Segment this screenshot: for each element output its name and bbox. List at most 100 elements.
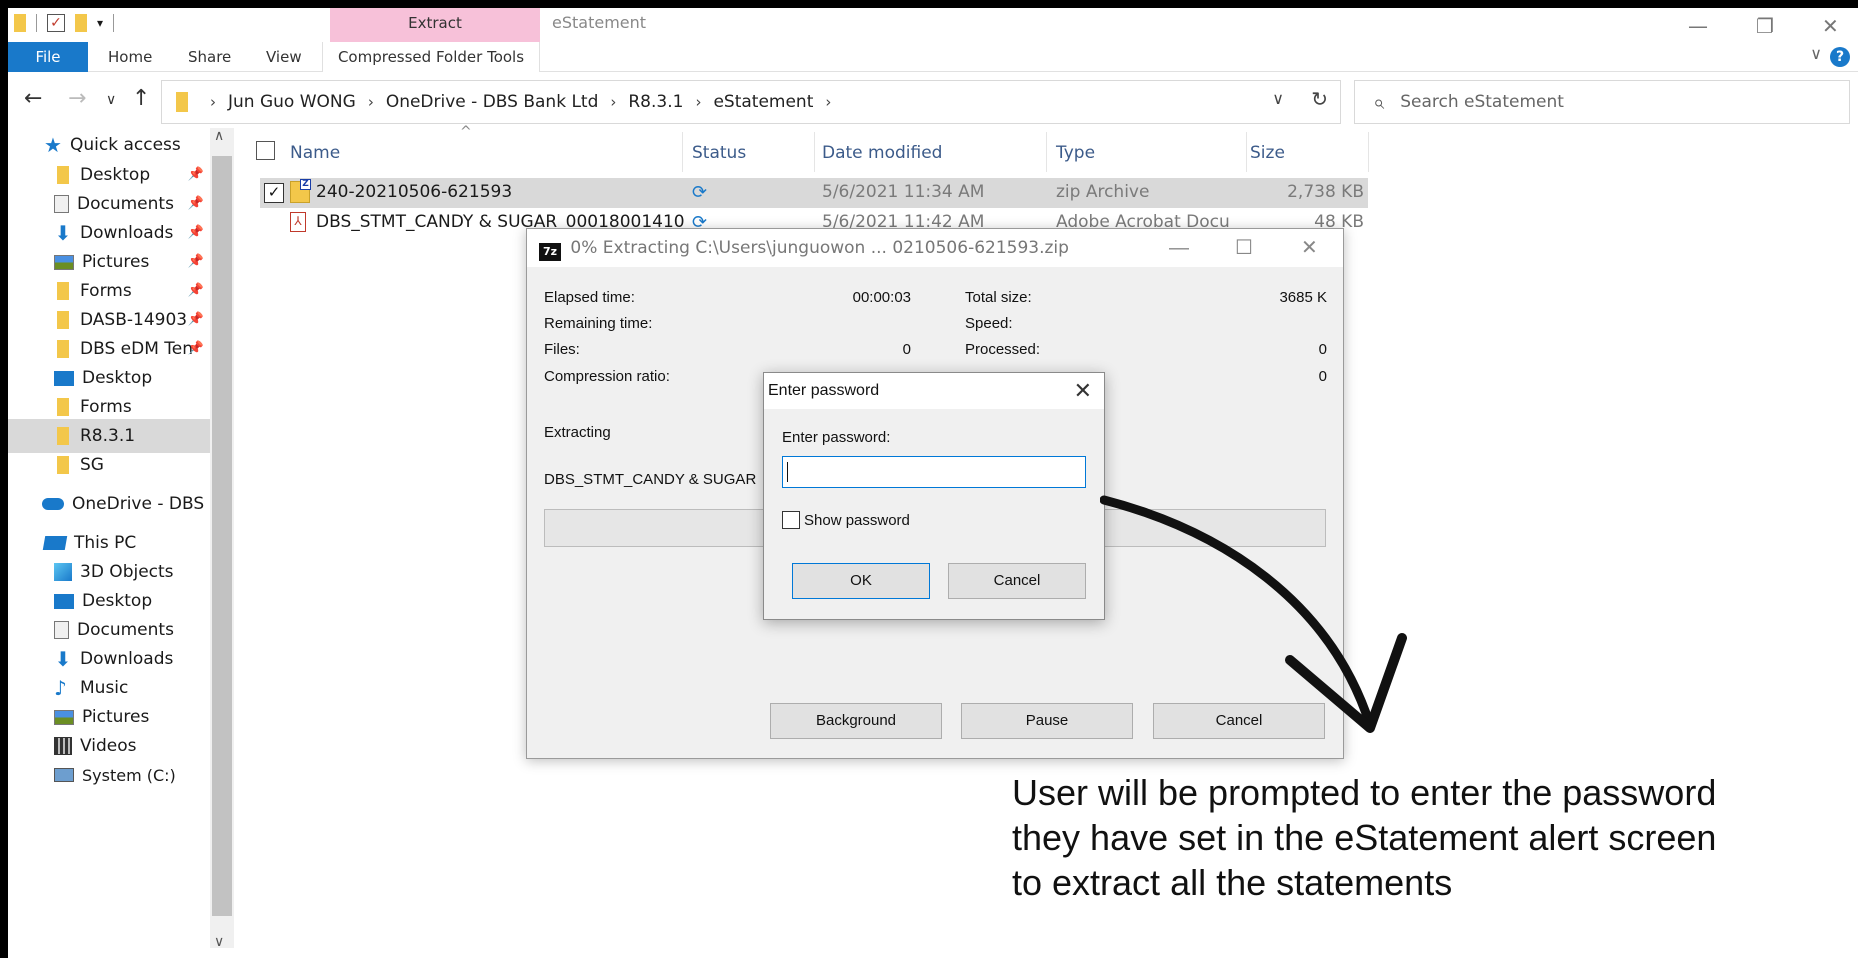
folder-icon: [57, 427, 69, 445]
tab-compressed-folder-tools[interactable]: Compressed Folder Tools: [322, 42, 540, 72]
extract-dialog-title: 0% Extracting C:\Users\junguowon ... 021…: [570, 238, 1069, 258]
show-password-toggle[interactable]: Show password: [782, 511, 910, 529]
videos-icon: [54, 737, 72, 755]
scroll-down-icon[interactable]: ∨: [214, 934, 224, 950]
nav-scrollbar[interactable]: ∧ ∨: [210, 128, 234, 950]
breadcrumb-estatement[interactable]: eStatement: [713, 92, 813, 112]
address-bar[interactable]: › Jun Guo WONG › OneDrive - DBS Bank Ltd…: [161, 80, 1341, 124]
music-icon: ♪: [54, 676, 67, 700]
close-icon[interactable]: ✕: [1822, 14, 1839, 38]
nav-label: Documents: [77, 620, 174, 640]
file-name: 240-20210506-621593: [316, 182, 513, 202]
nav-label: R8.3.1: [80, 426, 136, 446]
help-icon[interactable]: ?: [1830, 47, 1850, 67]
tab-home[interactable]: Home: [108, 42, 152, 72]
restore-icon[interactable]: ❐: [1756, 14, 1774, 38]
speed-label: Speed:: [965, 315, 1013, 332]
close-icon[interactable]: ✕: [1074, 373, 1092, 409]
show-password-label: Show password: [804, 511, 910, 529]
documents-icon: [54, 195, 69, 213]
minimize-icon[interactable]: —: [1688, 14, 1708, 38]
search-icon: ⌕: [1373, 90, 1385, 114]
tab-view[interactable]: View: [266, 42, 302, 72]
nav-label: Music: [80, 678, 129, 698]
ribbon-tabs: File Home Share View Compressed Folder T…: [8, 42, 1858, 72]
up-arrow-icon[interactable]: ↑: [132, 86, 150, 111]
nav-label: Forms: [80, 281, 132, 301]
nav-label: SG: [80, 455, 104, 475]
zip-folder-icon: Z: [290, 179, 311, 203]
3d-objects-icon: [54, 563, 72, 581]
chevron-right-icon[interactable]: ›: [368, 93, 374, 111]
column-type[interactable]: Type: [1056, 140, 1095, 166]
column-name[interactable]: Name: [290, 140, 340, 166]
column-divider[interactable]: [682, 132, 683, 172]
context-tab-extract[interactable]: Extract: [330, 8, 540, 42]
back-arrow-icon[interactable]: ←: [24, 86, 42, 111]
files-value: 0: [902, 341, 911, 358]
nav-label: Downloads: [80, 223, 174, 243]
tab-file[interactable]: File: [8, 42, 88, 72]
scrollbar-thumb[interactable]: [212, 156, 232, 916]
file-size: 2,738 KB: [1287, 182, 1364, 202]
download-icon: ⬇: [54, 647, 72, 671]
total-size-label: Total size:: [965, 289, 1032, 306]
minimize-icon[interactable]: —: [1169, 229, 1189, 267]
nav-label: DBS eDM Ten: [80, 339, 193, 359]
refresh-icon[interactable]: ↻: [1311, 87, 1328, 111]
column-size[interactable]: Size: [1250, 140, 1285, 166]
nav-label: Desktop: [82, 591, 153, 611]
maximize-icon[interactable]: ☐: [1235, 229, 1253, 267]
search-placeholder[interactable]: Search eStatement: [1400, 92, 1564, 112]
total-size-value: 3685 K: [1279, 289, 1327, 306]
password-input[interactable]: [782, 456, 1086, 488]
show-password-checkbox[interactable]: [782, 511, 800, 529]
row-checkbox[interactable]: ✓: [264, 183, 284, 203]
nav-quick-access[interactable]: ★ Quick access: [8, 128, 210, 162]
pin-icon: 📌: [187, 225, 204, 240]
chevron-right-icon[interactable]: ›: [825, 93, 831, 111]
chevron-right-icon[interactable]: ›: [695, 93, 701, 111]
column-date-modified[interactable]: Date modified: [822, 140, 942, 166]
download-icon: ⬇: [54, 221, 72, 245]
scroll-up-icon[interactable]: ∧: [214, 128, 224, 144]
search-box[interactable]: ⌕ Search eStatement: [1354, 80, 1850, 124]
breadcrumb-onedrive[interactable]: OneDrive - DBS Bank Ltd: [386, 92, 599, 112]
file-type: zip Archive: [1056, 182, 1150, 202]
nav-label: Desktop: [82, 368, 153, 388]
background-button[interactable]: Background: [770, 703, 942, 739]
column-divider[interactable]: [1368, 132, 1369, 172]
elapsed-time-value: 00:00:03: [852, 289, 911, 306]
new-folder-icon[interactable]: [75, 14, 87, 32]
column-divider[interactable]: [1246, 132, 1247, 172]
sort-ascending-icon: ^: [460, 124, 472, 140]
column-divider[interactable]: [814, 132, 815, 172]
address-dropdown-icon[interactable]: ∨: [1272, 89, 1284, 108]
customize-toolbar-icon[interactable]: ▾: [97, 16, 103, 30]
breadcrumb-r831[interactable]: R8.3.1: [628, 92, 683, 112]
nav-label: Pictures: [82, 707, 150, 727]
breadcrumb-user[interactable]: Jun Guo WONG: [228, 92, 356, 112]
tab-share[interactable]: Share: [188, 42, 231, 72]
close-icon[interactable]: ✕: [1301, 229, 1318, 267]
password-cancel-button[interactable]: Cancel: [948, 563, 1086, 599]
toolbar-divider: [36, 14, 37, 32]
nav-system-c[interactable]: System (C:): [8, 758, 210, 792]
pc-icon: [42, 536, 68, 550]
ok-button[interactable]: OK: [792, 563, 930, 599]
select-all-checkbox[interactable]: [256, 141, 275, 160]
chevron-right-icon[interactable]: ›: [610, 93, 616, 111]
pin-icon: 📌: [187, 254, 204, 269]
properties-check-icon[interactable]: ✓: [47, 14, 65, 32]
column-status[interactable]: Status: [692, 140, 746, 166]
forward-arrow-icon[interactable]: →: [68, 86, 86, 111]
expand-ribbon-icon[interactable]: ∨: [1810, 44, 1822, 63]
pin-icon: 📌: [187, 167, 204, 182]
chevron-right-icon[interactable]: ›: [210, 93, 216, 111]
recent-locations-icon[interactable]: ∨: [106, 92, 116, 108]
nav-sg[interactable]: SG: [8, 448, 210, 482]
nav-label: Pictures: [82, 252, 150, 272]
file-row[interactable]: ✓ Z 240-20210506-621593 ⟳ 5/6/2021 11:34…: [260, 178, 1368, 208]
column-divider[interactable]: [1046, 132, 1047, 172]
nav-onedrive[interactable]: OneDrive - DBS Ba: [8, 487, 210, 521]
